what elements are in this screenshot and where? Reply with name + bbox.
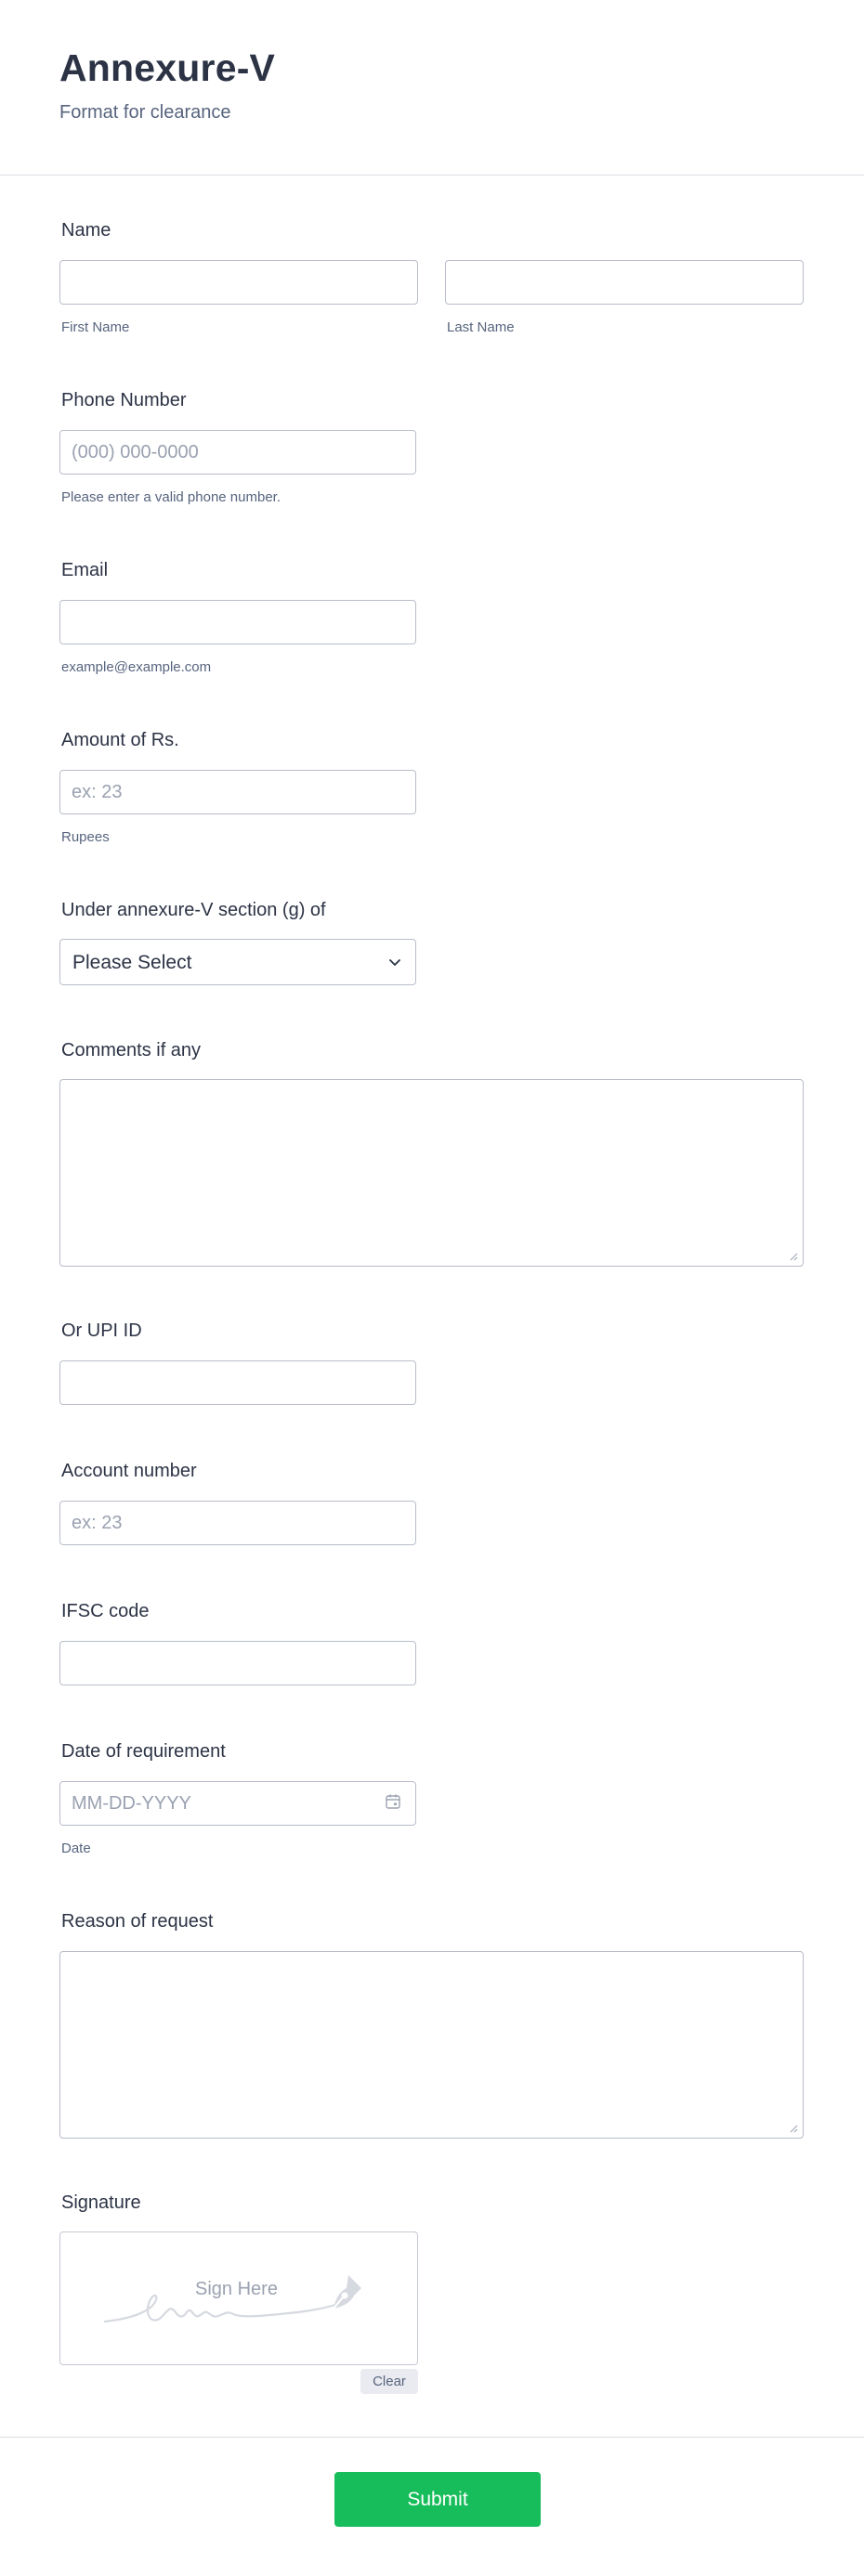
reason-textarea[interactable] bbox=[59, 1951, 804, 2139]
date-label: Date of requirement bbox=[61, 1741, 226, 1762]
email-sublabel: example@example.com bbox=[61, 659, 212, 675]
form-subtitle: Format for clearance bbox=[59, 102, 231, 123]
email-input[interactable] bbox=[59, 600, 416, 644]
account-label: Account number bbox=[61, 1461, 197, 1481]
last-name-sublabel: Last Name bbox=[447, 319, 515, 335]
amount-label: Amount of Rs. bbox=[61, 730, 179, 750]
name-label: Name bbox=[61, 220, 111, 241]
signature-pad[interactable]: Sign Here bbox=[59, 2231, 418, 2365]
account-number-input[interactable] bbox=[59, 1501, 416, 1545]
comments-textarea[interactable] bbox=[59, 1079, 804, 1267]
phone-sublabel: Please enter a valid phone number. bbox=[61, 489, 281, 505]
phone-input[interactable] bbox=[59, 430, 416, 475]
section-label: Under annexure-V section (g) of bbox=[61, 900, 326, 920]
form-header: Annexure-V Format for clearance bbox=[0, 0, 864, 176]
first-name-sublabel: First Name bbox=[61, 319, 130, 335]
signature-placeholder: Sign Here bbox=[195, 2279, 278, 2299]
calendar-icon[interactable] bbox=[385, 1793, 401, 1810]
amount-sublabel: Rupees bbox=[61, 829, 110, 845]
clear-signature-button[interactable]: Clear bbox=[360, 2369, 418, 2394]
signature-label: Signature bbox=[61, 2192, 141, 2213]
phone-label: Phone Number bbox=[61, 390, 187, 410]
form-title: Annexure-V bbox=[59, 46, 276, 89]
ifsc-label: IFSC code bbox=[61, 1601, 150, 1621]
date-sublabel: Date bbox=[61, 1841, 91, 1856]
resize-grip-icon[interactable] bbox=[789, 1252, 798, 1261]
pen-nib-icon bbox=[333, 2275, 361, 2309]
amount-input[interactable] bbox=[59, 770, 416, 814]
section-selected-value: Please Select bbox=[72, 952, 192, 973]
reason-label: Reason of request bbox=[61, 1911, 214, 1932]
first-name-input[interactable] bbox=[59, 260, 418, 305]
upi-label: Or UPI ID bbox=[61, 1321, 142, 1341]
section-dropdown[interactable]: Please Select bbox=[59, 939, 416, 985]
resize-grip-icon[interactable] bbox=[789, 2124, 798, 2133]
chevron-down-icon bbox=[389, 959, 400, 966]
submit-button[interactable]: Submit bbox=[334, 2472, 541, 2527]
comments-label: Comments if any bbox=[61, 1040, 202, 1060]
last-name-input[interactable] bbox=[445, 260, 804, 305]
upi-input[interactable] bbox=[59, 1360, 416, 1405]
date-input[interactable] bbox=[59, 1781, 416, 1826]
email-label: Email bbox=[61, 560, 109, 580]
ifsc-input[interactable] bbox=[59, 1641, 416, 1685]
